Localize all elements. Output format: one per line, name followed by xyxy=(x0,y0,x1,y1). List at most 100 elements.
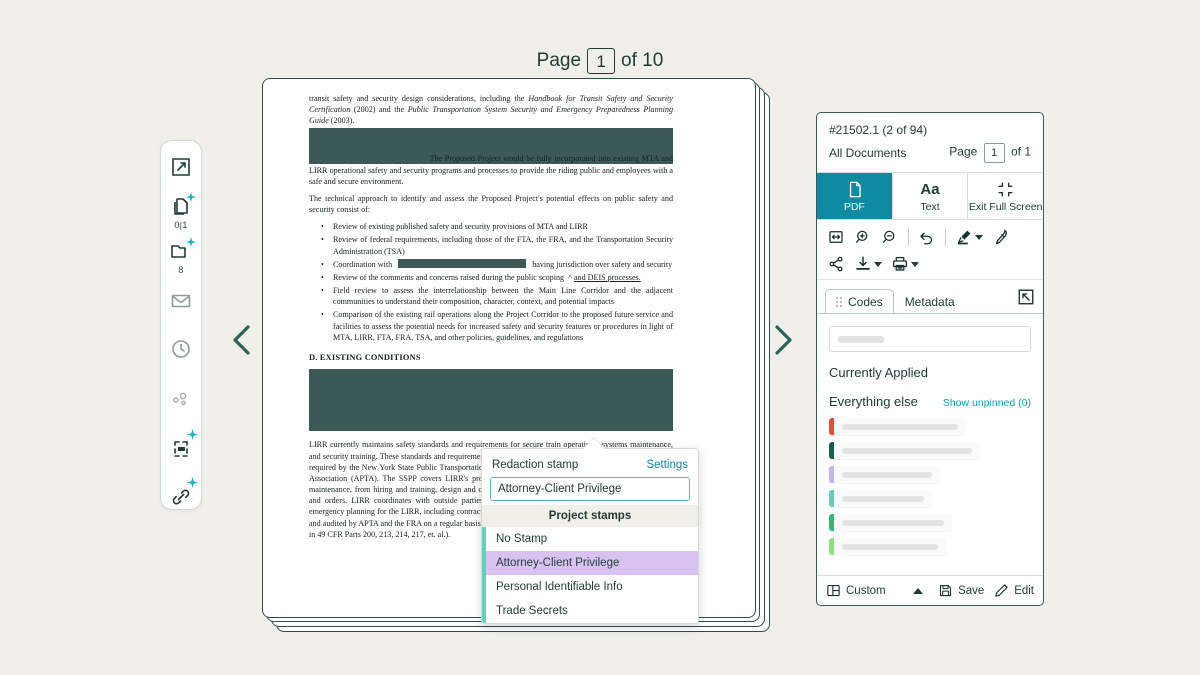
app-root: Page 1 of 10 0|1 8 transit safety and se… xyxy=(0,0,1200,675)
popup-option-attorney-client[interactable]: Attorney-Client Privilege xyxy=(486,551,698,575)
doc-heading: D. EXISTING CONDITIONS xyxy=(309,352,421,362)
chevron-left-icon xyxy=(233,325,250,355)
panel-page-prefix: Page xyxy=(949,144,978,159)
custom-layout-button[interactable]: Custom xyxy=(826,583,886,598)
popup-option-no-stamp[interactable]: No Stamp xyxy=(486,527,698,551)
email-button[interactable] xyxy=(160,289,202,313)
code-chip[interactable] xyxy=(829,538,946,555)
code-chip-list xyxy=(829,418,1031,555)
download-caret-icon[interactable] xyxy=(874,261,882,267)
page-prefix-label: Page xyxy=(536,50,582,71)
redaction-block-2[interactable] xyxy=(309,369,673,432)
toolbar-divider-1 xyxy=(908,228,909,246)
tab-text[interactable]: Aa Text xyxy=(893,173,969,219)
fit-width-icon xyxy=(829,231,843,243)
expand-panel-button[interactable] xyxy=(1017,288,1035,311)
page-number-input[interactable]: 1 xyxy=(587,48,616,74)
subtab-metadata[interactable]: Metadata xyxy=(894,289,966,314)
redaction-inline-1[interactable] xyxy=(309,153,427,164)
code-color-bar xyxy=(829,442,834,459)
document-id-label: #21502.1 (2 of 94) xyxy=(829,123,928,137)
share-button[interactable] xyxy=(827,255,845,273)
zoom-out-button[interactable] xyxy=(881,228,899,246)
file-icon xyxy=(849,181,861,198)
sparkle-icon xyxy=(186,237,196,247)
edit-label: Edit xyxy=(1014,584,1035,597)
code-color-bar xyxy=(829,490,834,507)
pencil-icon xyxy=(995,584,1008,597)
code-search-input[interactable] xyxy=(829,326,1031,352)
popup-option-pii[interactable]: Personal Identifiable Info xyxy=(486,575,698,599)
copy-pages-button[interactable]: 0|1 xyxy=(160,192,202,230)
drag-grip-icon[interactable] xyxy=(836,297,842,307)
aa-icon: Aa xyxy=(920,181,940,198)
undo-button[interactable] xyxy=(918,228,936,246)
undo-icon xyxy=(920,232,933,245)
code-label-placeholder xyxy=(842,423,958,430)
redaction-inline-2[interactable] xyxy=(398,258,527,268)
code-chip[interactable] xyxy=(829,418,966,435)
custom-label: Custom xyxy=(846,584,886,597)
code-chip[interactable] xyxy=(829,442,980,459)
redact-marker-icon xyxy=(958,230,971,245)
next-document-button[interactable] xyxy=(770,323,796,357)
history-button[interactable] xyxy=(160,337,202,361)
doc-p1-e: (2003). xyxy=(328,116,355,126)
zoom-in-button[interactable] xyxy=(854,228,872,246)
sparkle-icon xyxy=(186,192,196,202)
link-icon xyxy=(172,489,190,505)
redact-page-icon xyxy=(174,441,188,457)
save-button[interactable]: Save xyxy=(938,583,984,598)
tab-pdf[interactable]: PDF xyxy=(817,173,893,219)
code-chip[interactable] xyxy=(829,514,952,531)
download-button[interactable] xyxy=(854,255,882,273)
zoom-in-icon xyxy=(855,230,868,243)
popup-section-header: Project stamps xyxy=(482,505,698,527)
folder-button[interactable]: 8 xyxy=(160,237,202,275)
tab-text-label: Text xyxy=(920,201,940,213)
redaction-stamp-popup: Redaction stamp Settings Attorney-Client… xyxy=(481,448,699,624)
edit-button[interactable]: Edit xyxy=(994,583,1034,598)
show-unpinned-link[interactable]: Show unpinned (0) xyxy=(943,397,1031,409)
print-icon xyxy=(892,256,908,271)
panel-page-total: of 1 xyxy=(1010,144,1031,159)
all-documents-link[interactable]: All Documents xyxy=(829,146,906,160)
popup-settings-link[interactable]: Settings xyxy=(646,459,688,471)
toolbar-divider-2 xyxy=(945,228,946,246)
annotate-button[interactable] xyxy=(992,228,1010,246)
expand-up-caret-icon[interactable] xyxy=(912,587,923,594)
subtab-codes[interactable]: Codes xyxy=(825,289,894,314)
redaction-stamp-input[interactable]: Attorney-Client Privilege xyxy=(490,477,690,501)
popup-option-trade-secrets[interactable]: Trade Secrets xyxy=(486,599,698,623)
print-button[interactable] xyxy=(891,255,919,273)
redaction-marker-button[interactable] xyxy=(955,228,983,246)
tab-exit-label: Exit Full Screen xyxy=(968,201,1043,213)
relations-button[interactable] xyxy=(160,387,202,411)
code-chip[interactable] xyxy=(829,466,940,483)
share-icon xyxy=(829,256,843,272)
currently-applied-label: Currently Applied xyxy=(829,365,928,380)
viewer-toolbar xyxy=(817,220,1043,280)
doc-p1-a: transit safety and security design consi… xyxy=(309,94,529,103)
expand-collapse-icon xyxy=(1018,289,1034,305)
save-icon xyxy=(940,584,952,597)
code-label-placeholder xyxy=(842,543,938,550)
subtab-underline xyxy=(817,313,1043,314)
fit-width-button[interactable] xyxy=(827,228,845,246)
zoom-out-icon xyxy=(882,230,895,243)
tab-exit-full-screen[interactable]: Exit Full Screen xyxy=(968,173,1043,219)
previous-document-button[interactable] xyxy=(229,323,255,357)
redact-page-button[interactable] xyxy=(160,429,202,461)
link-button[interactable] xyxy=(160,477,202,509)
popup-pointer xyxy=(583,438,605,449)
print-caret-icon[interactable] xyxy=(911,261,919,267)
save-label: Save xyxy=(958,584,985,597)
code-label-placeholder xyxy=(842,447,972,454)
redaction-marker-caret-icon[interactable] xyxy=(975,234,983,240)
doc-bullet-4: Review of the comments and concerns rais… xyxy=(321,272,673,283)
panel-page-input[interactable]: 1 xyxy=(983,143,1005,163)
doc-paragraph-1: transit safety and security design consi… xyxy=(309,93,673,126)
expand-button[interactable] xyxy=(160,155,202,179)
code-color-bar xyxy=(829,466,834,483)
code-chip[interactable] xyxy=(829,490,932,507)
